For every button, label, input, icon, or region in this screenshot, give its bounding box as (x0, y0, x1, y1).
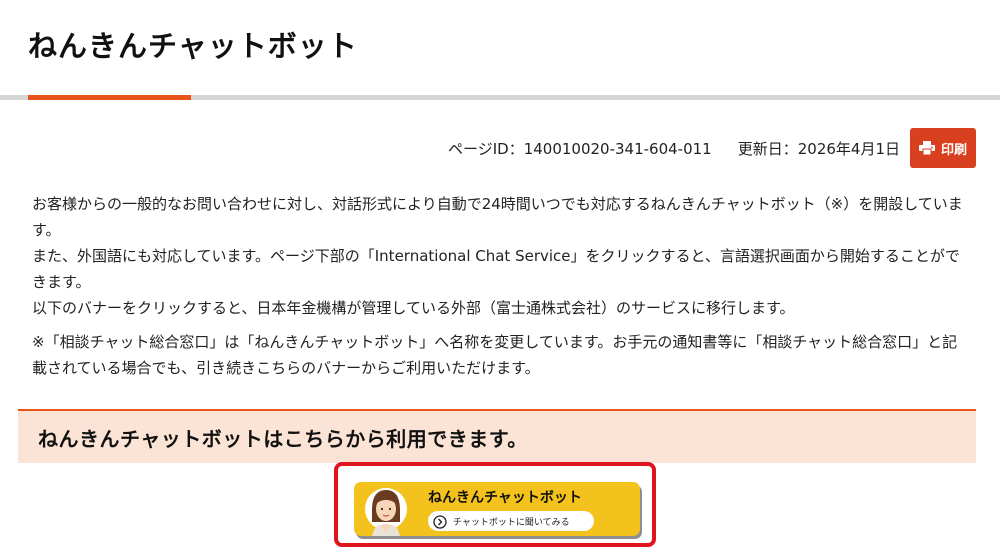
banner-section-heading: ねんきんチャットボットはこちらから利用できます。 (18, 409, 976, 463)
page-id: ページID：140010020-341-604-011 (448, 139, 712, 158)
page: ねんきんチャットボット ページID：140010020-341-604-011 … (0, 0, 1000, 555)
intro-paragraph: お客様からの一般的なお問い合わせに対し、対話形式により自動で24時間いつでも対応… (32, 195, 963, 239)
printer-icon (918, 141, 935, 156)
rename-note: ※「相談チャット総合窓口」は「ねんきんチャットボット」へ名称を変更しています。お… (32, 333, 958, 377)
ask-chatbot-pill: チャットボットに聞いてみる (428, 511, 594, 531)
print-button[interactable]: 印刷 (910, 128, 976, 168)
page-meta: ページID：140010020-341-604-011 更新日：2026年4月1… (448, 128, 976, 168)
print-label: 印刷 (940, 142, 967, 158)
ask-chatbot-label: チャットボットに聞いてみる (453, 517, 570, 528)
intro-text: お客様からの一般的なお問い合わせに対し、対話形式により自動で24時間いつでも対応… (32, 191, 972, 381)
banner-section-title: ねんきんチャットボットはこちらから利用できます。 (38, 427, 528, 451)
updated-date: 更新日：2026年4月1日 (737, 139, 900, 158)
chatbot-banner-highlight: ねんきんチャットボット チャットボットに聞いてみる (334, 462, 656, 547)
operator-avatar-icon (364, 482, 408, 536)
title-divider-accent (28, 95, 191, 100)
chatbot-banner-link[interactable]: ねんきんチャットボット チャットボットに聞いてみる (354, 482, 640, 536)
arrow-circle-icon (433, 514, 447, 529)
page-title: ねんきんチャットボット (28, 29, 358, 63)
page-header: ねんきんチャットボット (0, 0, 1000, 95)
intro-paragraph: 以下のバナーをクリックすると、日本年金機構が管理している外部（富士通株式会社）の… (32, 299, 795, 317)
intro-paragraph: また、外国語にも対応しています。ページ下部の「International Cha… (32, 247, 960, 291)
chatbot-banner-title: ねんきんチャットボット (428, 490, 582, 506)
